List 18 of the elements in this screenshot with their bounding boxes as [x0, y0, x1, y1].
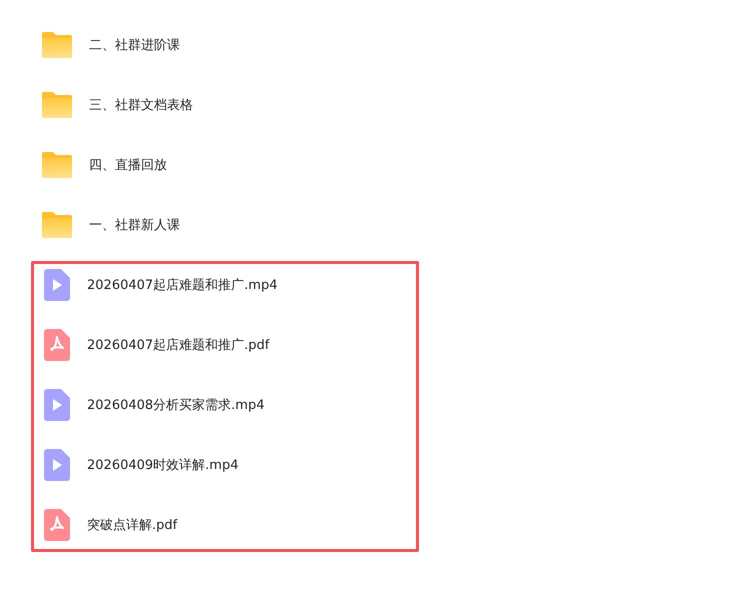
file-name[interactable]: 20260408分析买家需求.mp4	[87, 396, 264, 414]
folder-name[interactable]: 四、直播回放	[89, 156, 167, 174]
pdf-file-icon	[44, 329, 70, 361]
folder-icon	[42, 152, 72, 178]
file-name[interactable]: 20260407起店难题和推广.mp4	[87, 276, 278, 294]
folder-name[interactable]: 二、社群进阶课	[89, 36, 180, 54]
video-file-icon	[44, 269, 70, 301]
video-file-icon	[44, 389, 70, 421]
folder-name[interactable]: 一、社群新人课	[89, 216, 180, 234]
file-name[interactable]: 20260407起店难题和推广.pdf	[87, 336, 270, 354]
file-name[interactable]: 20260409时效详解.mp4	[87, 456, 238, 474]
video-file-icon	[44, 449, 70, 481]
folder-icon	[42, 212, 72, 238]
pdf-file-icon	[44, 509, 70, 541]
file-name[interactable]: 突破点详解.pdf	[87, 516, 178, 534]
folder-icon	[42, 92, 72, 118]
folder-name[interactable]: 三、社群文档表格	[89, 96, 193, 114]
folder-icon	[42, 32, 72, 58]
